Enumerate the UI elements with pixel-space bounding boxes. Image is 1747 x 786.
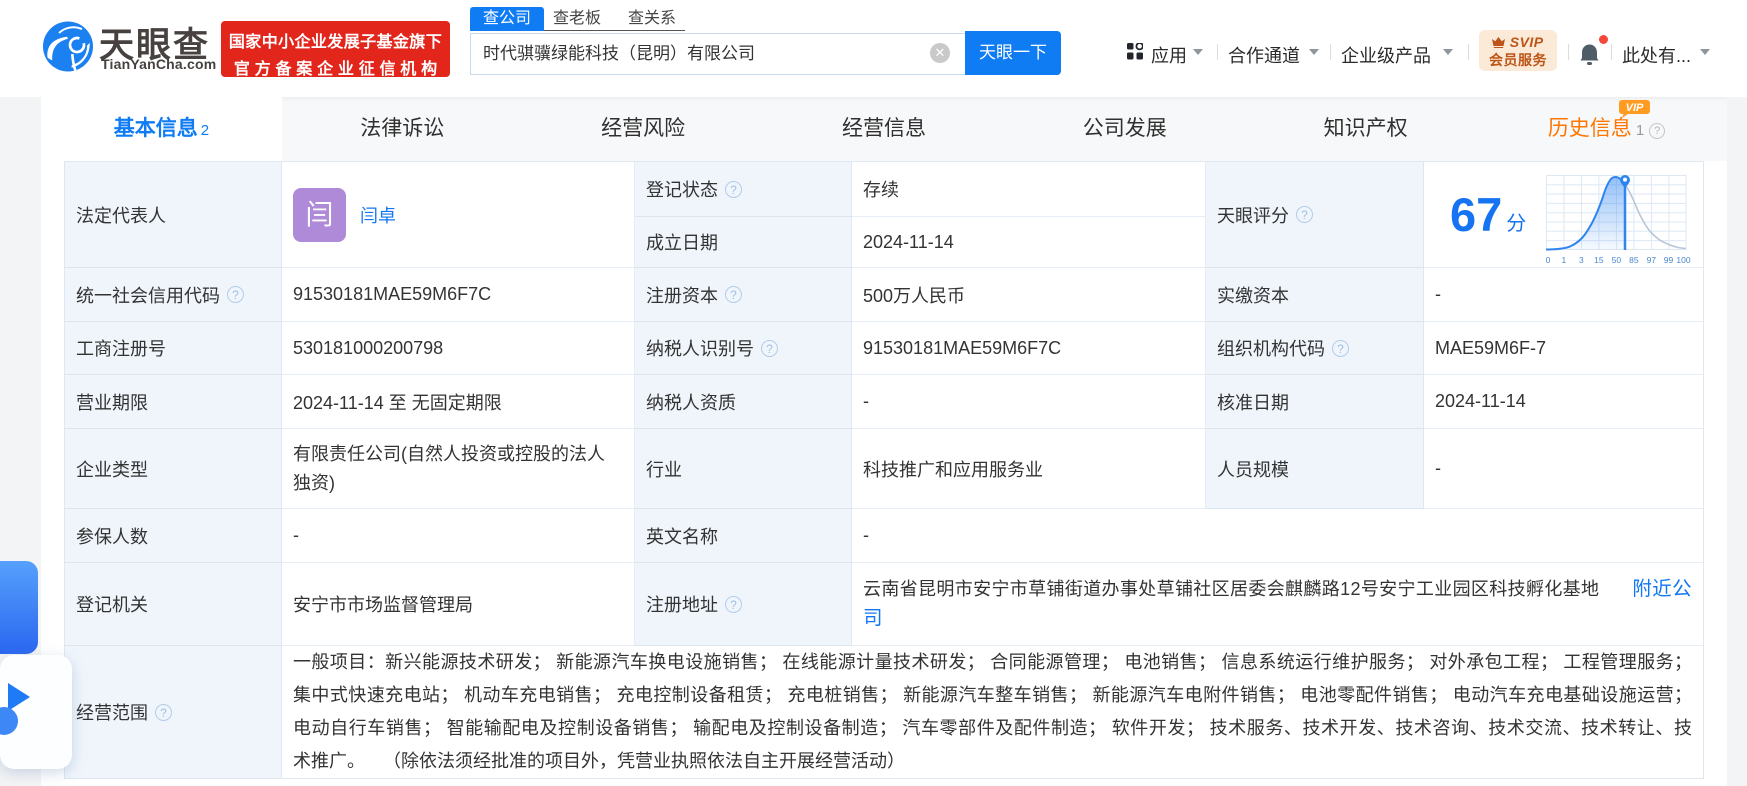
svg-text:50: 50 [1612,255,1622,264]
svg-text:1: 1 [1562,255,1567,264]
svg-text:VIP: VIP [1626,102,1644,114]
svg-text:15: 15 [1594,255,1604,264]
svg-text:97: 97 [1647,255,1657,264]
svg-text:85: 85 [1629,255,1639,264]
svg-text:99: 99 [1664,255,1674,264]
svg-text:0: 0 [1546,255,1551,264]
svg-text:3: 3 [1579,255,1584,264]
svg-text:100: 100 [1677,255,1691,264]
